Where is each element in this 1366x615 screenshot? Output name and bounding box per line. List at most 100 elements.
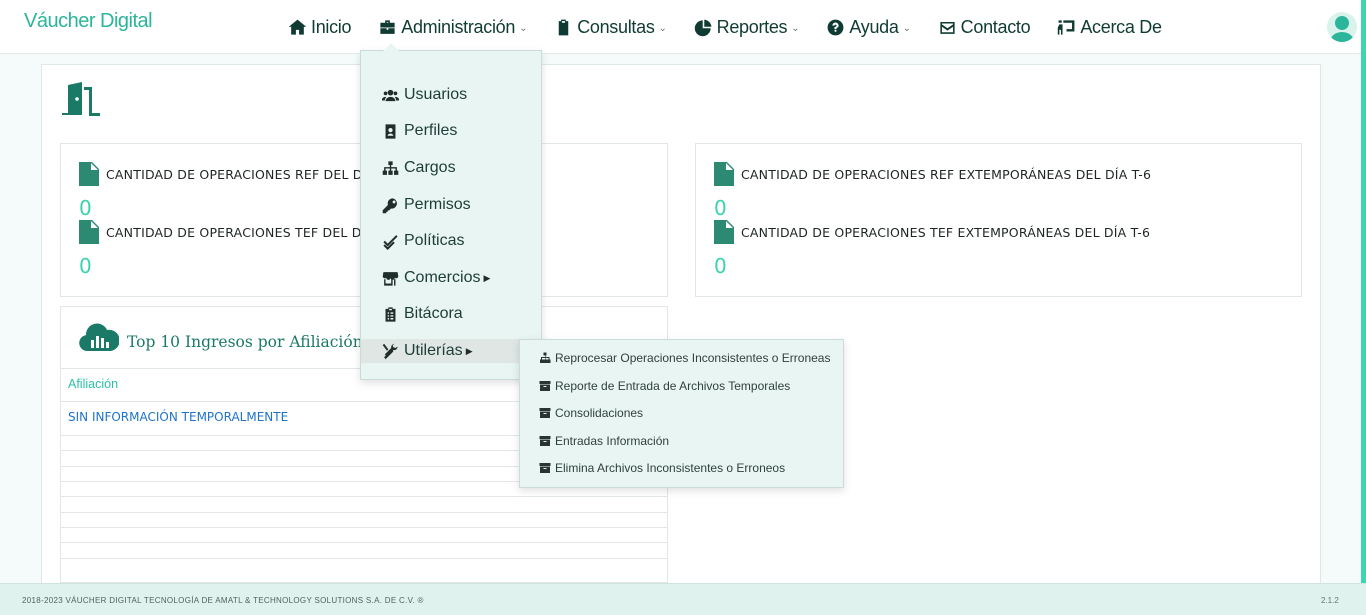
nav-ayuda[interactable]: Ayuda ⌄	[826, 16, 911, 38]
table-row-divider	[61, 542, 667, 543]
nav-administracion-label: Administración	[401, 16, 516, 37]
nav-acerca[interactable]: Acerca De	[1057, 16, 1162, 38]
store-icon	[382, 271, 399, 286]
archive-icon	[539, 463, 551, 473]
menu-item-usuarios[interactable]: Usuarios	[382, 86, 467, 104]
nav-acerca-label: Acerca De	[1080, 16, 1162, 37]
nav-ayuda-label: Ayuda	[849, 16, 899, 37]
menu-item-bitacora-label: Bitácora	[404, 305, 463, 322]
menu-item-perfiles-label: Perfiles	[404, 122, 458, 139]
dashboard-card: CANTIDAD DE OPERACIONES REF DEL DÍ 0 CAN…	[41, 64, 1321, 594]
menu-item-comercios-label: Comercios	[404, 269, 481, 286]
pie-chart-icon	[694, 19, 712, 36]
menu-item-cargos[interactable]: Cargos	[382, 159, 456, 177]
submenu-item-entradas-informacion[interactable]: Entradas Información	[539, 434, 669, 448]
stat-tef-extemp-value: 0	[714, 254, 727, 278]
column-header-afiliacion[interactable]: Afiliación	[68, 377, 118, 391]
nav-consultas[interactable]: Consultas ⌄	[554, 16, 667, 38]
menu-item-utilerias[interactable]: Utilerías ▶	[382, 342, 473, 360]
stat-ref-extemp: CANTIDAD DE OPERACIONES REF EXTEMPORÁNEA…	[714, 162, 1151, 186]
caret-right-icon: ▶	[483, 272, 491, 283]
stat-tef-extemp: CANTIDAD DE OPERACIONES TEF EXTEMPORÁNEA…	[714, 220, 1150, 244]
id-badge-icon	[385, 123, 396, 139]
brand-logo[interactable]: Váucher Digital	[24, 10, 153, 33]
door-open-icon	[62, 82, 100, 116]
menu-item-utilerias-label: Utilerías	[404, 342, 463, 359]
stat-ref-extemp-label: CANTIDAD DE OPERACIONES REF EXTEMPORÁNEA…	[741, 166, 1152, 182]
submenu-item-reprocesar-label: Reprocesar Operaciones Inconsistentes o …	[555, 351, 831, 365]
chevron-down-icon: ⌄	[791, 22, 800, 34]
document-icon	[714, 220, 734, 244]
utilerias-submenu: Reprocesar Operaciones Inconsistentes o …	[519, 339, 844, 488]
submenu-item-consolidaciones-label: Consolidaciones	[555, 406, 644, 420]
clipboard-check-icon	[558, 19, 569, 35]
footer: 2018-2023 VÁUCHER DIGITAL TECNOLOGÍA DE …	[0, 583, 1366, 615]
network-icon	[540, 352, 551, 363]
mail-box-icon	[940, 21, 955, 34]
stat-ref-today-label: CANTIDAD DE OPERACIONES REF DEL DÍ	[106, 166, 367, 182]
top10-empty-message: SIN INFORMACIÓN TEMPORALMENTE	[68, 410, 289, 424]
double-check-icon	[383, 234, 398, 250]
top-navbar: Váucher Digital Inicio Administración ⌄ …	[0, 0, 1366, 54]
sitemap-icon	[382, 160, 399, 175]
menu-item-bitacora[interactable]: Bitácora	[382, 305, 463, 323]
question-circle-icon	[827, 19, 844, 35]
menu-item-permisos[interactable]: Permisos	[382, 196, 471, 214]
menu-item-perfiles[interactable]: Perfiles	[382, 122, 457, 140]
submenu-item-elimina-archivos[interactable]: Elimina Archivos Inconsistentes o Errone…	[539, 461, 785, 475]
archive-icon	[539, 408, 551, 418]
cloud-chart-icon	[79, 323, 119, 351]
stat-tef-today-value: 0	[79, 254, 92, 278]
table-row-divider	[61, 558, 667, 559]
stat-ref-today: CANTIDAD DE OPERACIONES REF DEL DÍ	[79, 162, 367, 186]
user-icon	[1330, 16, 1354, 42]
stat-tef-today: CANTIDAD DE OPERACIONES TEF DEL DÍ	[79, 220, 365, 244]
top10-title: Top 10 Ingresos por Afiliación d	[127, 333, 378, 351]
submenu-item-reporte-entrada[interactable]: Reporte de Entrada de Archivos Temporale…	[539, 379, 790, 393]
caret-right-icon: ▶	[465, 345, 473, 356]
nav-contacto[interactable]: Contacto	[938, 17, 1031, 38]
tools-icon	[382, 343, 398, 359]
archive-icon	[539, 436, 551, 446]
footer-copyright: 2018-2023 VÁUCHER DIGITAL TECNOLOGÍA DE …	[22, 596, 424, 605]
chevron-down-icon: ⌄	[519, 22, 528, 34]
menu-item-politicas[interactable]: Políticas	[382, 232, 464, 250]
nav-inicio[interactable]: Inicio	[288, 16, 352, 38]
footer-version: 2.1.2	[1321, 596, 1339, 605]
nav-reportes[interactable]: Reportes ⌄	[694, 17, 800, 38]
main-nav: Inicio Administración ⌄ Consultas ⌄ Repo…	[288, 14, 1189, 40]
nav-consultas-label: Consultas	[577, 16, 655, 37]
users-icon	[382, 89, 399, 101]
menu-item-politicas-label: Políticas	[404, 232, 465, 249]
submenu-item-entradas-informacion-label: Entradas Información	[555, 434, 670, 448]
toolbox-icon	[380, 19, 395, 34]
stat-ref-extemp-value: 0	[714, 196, 727, 220]
user-avatar[interactable]	[1327, 12, 1357, 42]
submenu-item-consolidaciones[interactable]: Consolidaciones	[539, 406, 643, 420]
chevron-down-icon: ⌄	[902, 22, 911, 34]
stat-ref-today-value: 0	[79, 196, 92, 220]
menu-item-cargos-label: Cargos	[404, 159, 456, 176]
menu-item-comercios[interactable]: Comercios ▶	[382, 269, 490, 287]
chalkboard-user-icon	[1058, 19, 1075, 35]
administracion-dropdown: Usuarios Perfiles Cargos Permisos Políti…	[360, 43, 542, 380]
table-row-divider	[61, 512, 667, 513]
nav-inicio-label: Inicio	[311, 16, 352, 37]
document-icon	[714, 162, 734, 186]
submenu-item-reprocesar[interactable]: Reprocesar Operaciones Inconsistentes o …	[539, 351, 830, 365]
nav-contacto-label: Contacto	[960, 16, 1031, 37]
home-icon	[288, 19, 307, 35]
stat-tef-extemp-label: CANTIDAD DE OPERACIONES TEF EXTEMPORÁNEA…	[741, 224, 1151, 240]
document-icon	[79, 220, 99, 244]
table-row-divider	[61, 527, 667, 528]
stats-panel-extemporaneous: CANTIDAD DE OPERACIONES REF EXTEMPORÁNEA…	[695, 143, 1302, 297]
menu-item-permisos-label: Permisos	[404, 196, 471, 213]
nav-administracion[interactable]: Administración ⌄	[378, 17, 527, 38]
table-row-divider	[61, 496, 667, 497]
menu-item-usuarios-label: Usuarios	[404, 86, 468, 103]
key-icon	[382, 197, 397, 213]
nav-reportes-label: Reportes	[716, 16, 788, 37]
submenu-item-elimina-archivos-label: Elimina Archivos Inconsistentes o Errone…	[555, 461, 786, 475]
right-accent-bar	[1361, 0, 1366, 615]
document-icon	[79, 162, 99, 186]
